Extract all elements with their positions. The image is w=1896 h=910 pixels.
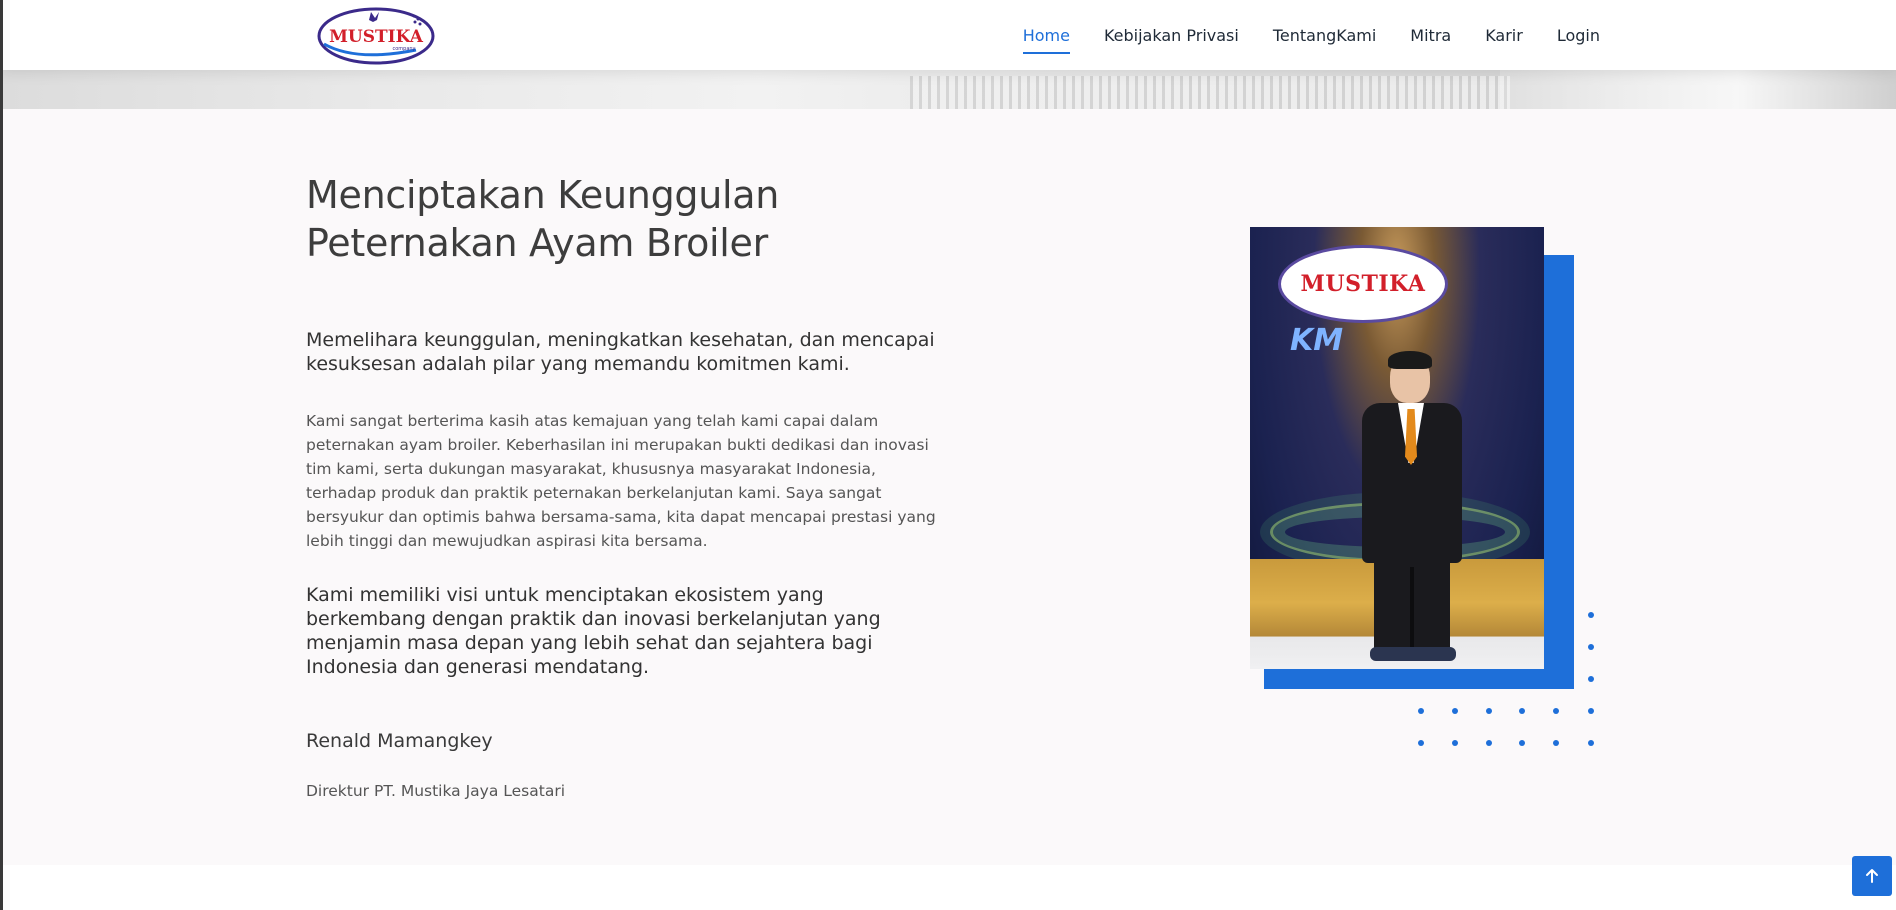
vision-statement: Kami memiliki visi untuk menciptakan eko… xyxy=(306,584,881,678)
hero-banner-strip xyxy=(0,70,1896,109)
decorative-dot xyxy=(1588,740,1594,746)
person-shoes xyxy=(1370,647,1456,661)
decorative-dot xyxy=(1486,740,1492,746)
director-name: Renald Mamangkey xyxy=(306,730,493,752)
window-edge xyxy=(0,0,3,910)
back-to-top-button[interactable] xyxy=(1852,856,1892,896)
nav-home[interactable]: Home xyxy=(1022,20,1071,54)
mustika-logo[interactable]: MUSTIKA company xyxy=(316,4,436,66)
decorative-dot xyxy=(1418,708,1424,714)
decorative-dot xyxy=(1452,740,1458,746)
decorative-dot xyxy=(1588,612,1594,618)
hero-banner-decoration xyxy=(910,76,1510,109)
arrow-up-icon xyxy=(1866,869,1878,883)
decorative-dot xyxy=(1418,740,1424,746)
section-body: Kami sangat berterima kasih atas kemajua… xyxy=(306,412,936,550)
logo-text: MUSTIKA xyxy=(329,27,424,47)
director-message-section: Menciptakan Keunggulan Peternakan Ayam B… xyxy=(0,109,1896,865)
decorative-dot xyxy=(1519,740,1525,746)
photo-logo-text: MUSTIKA xyxy=(1300,271,1426,297)
nav-tentang-kami[interactable]: TentangKami xyxy=(1273,20,1376,51)
main-nav: Home Kebijakan Privasi TentangKami Mitra… xyxy=(1022,0,1600,70)
director-role: Direktur PT. Mustika Jaya Lesatari xyxy=(306,782,565,800)
person-legs xyxy=(1374,557,1450,653)
decorative-dot xyxy=(1452,708,1458,714)
decorative-dot xyxy=(1588,708,1594,714)
hero-banner-glow xyxy=(1500,70,1896,109)
site-header: MUSTIKA company Home Kebijakan Privasi T… xyxy=(0,0,1896,70)
director-photo: MUSTIKA KM xyxy=(1250,227,1544,669)
decorative-dot xyxy=(1553,740,1559,746)
photo-backdrop-logo: MUSTIKA xyxy=(1278,245,1448,323)
decorative-dot xyxy=(1588,676,1594,682)
person-hair xyxy=(1388,351,1432,369)
nav-kebijakan-privasi[interactable]: Kebijakan Privasi xyxy=(1104,20,1239,51)
logo-subtext: company xyxy=(392,46,415,52)
decorative-dot xyxy=(1553,708,1559,714)
section-heading: Menciptakan Keunggulan Peternakan Ayam B… xyxy=(306,173,780,265)
nav-login[interactable]: Login xyxy=(1557,20,1600,51)
section-subheading: Memelihara keunggulan, meningkatkan kese… xyxy=(306,329,935,375)
nav-karir[interactable]: Karir xyxy=(1485,20,1523,51)
decorative-dot xyxy=(1486,708,1492,714)
decorative-dot xyxy=(1588,644,1594,650)
decorative-dot xyxy=(1519,708,1525,714)
nav-mitra[interactable]: Mitra xyxy=(1410,20,1451,51)
